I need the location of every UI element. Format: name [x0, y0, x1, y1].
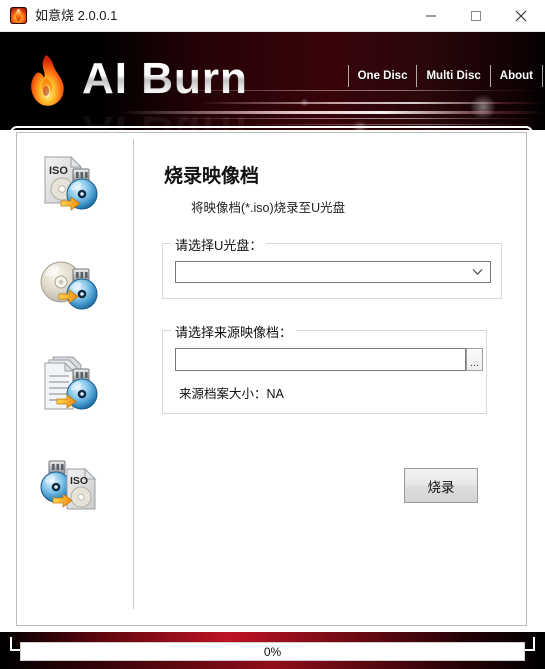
- progress-text: 0%: [263, 644, 282, 659]
- sidebar-item-files-to-usb[interactable]: [35, 349, 105, 419]
- chevron-down-icon: [472, 269, 483, 275]
- disc-to-iso-icon: ISO: [40, 460, 97, 510]
- nav-tabs: One Disc Multi Disc About: [347, 65, 543, 87]
- minimize-button[interactable]: [408, 0, 453, 31]
- browse-button[interactable]: ...: [466, 348, 483, 371]
- source-path-input[interactable]: [175, 348, 466, 371]
- main-content: 烧录映像档 将映像档(*.iso)烧录至U光盘 请选择U光盘： 请选择来源映像档…: [134, 133, 526, 625]
- window-title: 如意烧 2.0.0.1: [35, 8, 118, 23]
- logo-text-reflection: AI Burn: [82, 106, 248, 130]
- page-title: 烧录映像档: [164, 166, 260, 187]
- close-button[interactable]: [498, 0, 543, 31]
- source-image-legend: 请选择来源映像档：: [171, 322, 297, 341]
- tab-multi-disc[interactable]: Multi Disc: [416, 65, 489, 87]
- drive-select-group: 请选择U光盘：: [162, 235, 502, 299]
- tab-about[interactable]: About: [489, 65, 543, 87]
- sidebar-item-iso-to-usb[interactable]: ISO: [35, 149, 105, 219]
- maximize-button[interactable]: [453, 0, 498, 31]
- app-flame-icon: [10, 7, 27, 24]
- svg-text:ISO: ISO: [49, 165, 68, 177]
- header-banner: AI Burn AI Burn One Disc Multi Disc Abou…: [0, 32, 545, 130]
- disc-copy-to-usb-icon: [40, 261, 98, 310]
- title-bar: 如意烧 2.0.0.1: [0, 0, 545, 32]
- iso-to-usb-icon: ISO: [44, 155, 98, 211]
- drive-select-combobox[interactable]: [175, 261, 491, 283]
- source-image-group: 请选择来源映像档： ... 来源档案大小：NA: [162, 322, 487, 414]
- drive-select-legend: 请选择U光盘：: [171, 235, 267, 254]
- logo-text: AI Burn: [82, 54, 248, 103]
- application-window: 如意烧 2.0.0.1 AI Burn One Disc Multi Disc …: [0, 0, 545, 669]
- minimize-icon: [425, 15, 436, 16]
- svg-text:ISO: ISO: [70, 475, 88, 487]
- source-size-label: 来源档案大小：NA: [179, 387, 284, 401]
- sidebar-item-disc-to-iso[interactable]: ISO: [35, 449, 105, 519]
- sidebar-item-disc-copy[interactable]: [35, 249, 105, 319]
- tab-one-disc[interactable]: One Disc: [347, 65, 417, 87]
- flame-logo-icon: [31, 55, 64, 106]
- page-subtitle: 将映像档(*.iso)烧录至U光盘: [191, 201, 346, 215]
- close-icon: [515, 10, 526, 21]
- burn-button[interactable]: 烧录: [404, 468, 478, 503]
- content-panel: ISO ISO 烧录映像档 将映像档(*.iso)烧录至U光盘 请选择U光盘： …: [16, 132, 527, 626]
- maximize-icon: [470, 10, 481, 21]
- sidebar: ISO ISO: [17, 133, 134, 625]
- files-to-usb-icon: [44, 356, 98, 410]
- progress-bar: 0%: [20, 642, 525, 661]
- status-bar: 0%: [0, 632, 545, 669]
